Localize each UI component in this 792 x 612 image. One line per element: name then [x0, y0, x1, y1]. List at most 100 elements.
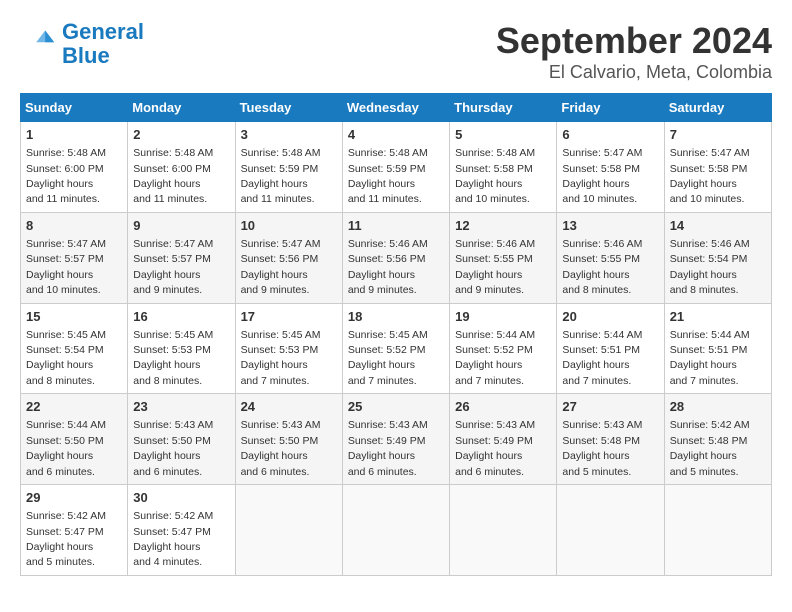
day-info: Sunrise: 5:45 AMSunset: 5:53 PMDaylight … — [241, 329, 321, 387]
day-number: 3 — [241, 126, 337, 144]
day-number: 9 — [133, 217, 229, 235]
day-number: 1 — [26, 126, 122, 144]
calendar-cell: 5 Sunrise: 5:48 AMSunset: 5:58 PMDaylight… — [450, 122, 557, 213]
weekday-header-saturday: Saturday — [664, 94, 771, 122]
calendar-cell: 22Sunrise: 5:44 AMSunset: 5:50 PMDayligh… — [21, 394, 128, 485]
week-row-3: 15 Sunrise: 5:45 AMSunset: 5:54 PMDayligh… — [21, 303, 772, 394]
day-info: Sunrise: 5:48 AMSunset: 5:59 PMDaylight … — [241, 147, 321, 205]
day-info: Sunrise: 5:46 AMSunset: 5:55 PMDaylight … — [455, 238, 535, 296]
calendar-cell: 29Sunrise: 5:42 AMSunset: 5:47 PMDayligh… — [21, 485, 128, 576]
day-info: Sunrise: 5:48 AMSunset: 6:00 PMDaylight … — [26, 147, 106, 205]
calendar-cell: 7 Sunrise: 5:47 AMSunset: 5:58 PMDaylight… — [664, 122, 771, 213]
week-row-5: 29 Sunrise: 5:42 AMSunset: 5:47 PMDayligh… — [21, 485, 772, 576]
day-number: 23 — [133, 398, 229, 416]
day-info: Sunrise: 5:43 AMSunset: 5:48 PMDaylight … — [562, 419, 642, 477]
calendar-cell — [342, 485, 449, 576]
calendar-cell: 16 Sunrise: 5:45 AMSunset: 5:53 PMDayligh… — [128, 303, 235, 394]
day-number: 14 — [670, 217, 766, 235]
logo-icon — [20, 26, 56, 62]
weekday-header-thursday: Thursday — [450, 94, 557, 122]
day-number: 4 — [348, 126, 444, 144]
day-info: Sunrise: 5:48 AMSunset: 6:00 PMDaylight … — [133, 147, 213, 205]
day-info: Sunrise: 5:48 AMSunset: 5:58 PMDaylight … — [455, 147, 535, 205]
calendar-table: SundayMondayTuesdayWednesdayThursdayFrid… — [20, 93, 772, 576]
calendar-cell: 30Sunrise: 5:42 AMSunset: 5:47 PMDayligh… — [128, 485, 235, 576]
day-number: 29 — [26, 489, 122, 507]
calendar-title: September 2024 — [496, 20, 772, 62]
day-number: 15 — [26, 308, 122, 326]
calendar-cell: 27 Sunrise: 5:43 AMSunset: 5:48 PMDayligh… — [557, 394, 664, 485]
calendar-cell: 18 Sunrise: 5:45 AMSunset: 5:52 PMDayligh… — [342, 303, 449, 394]
calendar-cell: 12 Sunrise: 5:46 AMSunset: 5:55 PMDayligh… — [450, 212, 557, 303]
calendar-cell — [664, 485, 771, 576]
day-number: 19 — [455, 308, 551, 326]
week-row-4: 22Sunrise: 5:44 AMSunset: 5:50 PMDayligh… — [21, 394, 772, 485]
day-info: Sunrise: 5:45 AMSunset: 5:54 PMDaylight … — [26, 329, 106, 387]
day-number: 20 — [562, 308, 658, 326]
day-info: Sunrise: 5:44 AMSunset: 5:52 PMDaylight … — [455, 329, 535, 387]
weekday-header-wednesday: Wednesday — [342, 94, 449, 122]
day-number: 16 — [133, 308, 229, 326]
day-number: 27 — [562, 398, 658, 416]
calendar-cell: 9 Sunrise: 5:47 AMSunset: 5:57 PMDaylight… — [128, 212, 235, 303]
calendar-cell: 4 Sunrise: 5:48 AMSunset: 5:59 PMDaylight… — [342, 122, 449, 213]
calendar-cell: 6Sunrise: 5:47 AMSunset: 5:58 PMDaylight… — [557, 122, 664, 213]
week-row-2: 8Sunrise: 5:47 AMSunset: 5:57 PMDaylight… — [21, 212, 772, 303]
day-number: 11 — [348, 217, 444, 235]
day-number: 24 — [241, 398, 337, 416]
weekday-header-monday: Monday — [128, 94, 235, 122]
day-info: Sunrise: 5:45 AMSunset: 5:52 PMDaylight … — [348, 329, 428, 387]
weekday-header-sunday: Sunday — [21, 94, 128, 122]
day-number: 13 — [562, 217, 658, 235]
calendar-cell — [235, 485, 342, 576]
day-info: Sunrise: 5:47 AMSunset: 5:57 PMDaylight … — [26, 238, 106, 296]
calendar-cell: 19 Sunrise: 5:44 AMSunset: 5:52 PMDayligh… — [450, 303, 557, 394]
calendar-cell — [557, 485, 664, 576]
day-number: 26 — [455, 398, 551, 416]
calendar-cell — [450, 485, 557, 576]
day-info: Sunrise: 5:46 AMSunset: 5:56 PMDaylight … — [348, 238, 428, 296]
day-info: Sunrise: 5:48 AMSunset: 5:59 PMDaylight … — [348, 147, 428, 205]
calendar-cell: 17 Sunrise: 5:45 AMSunset: 5:53 PMDayligh… — [235, 303, 342, 394]
calendar-cell: 8Sunrise: 5:47 AMSunset: 5:57 PMDaylight… — [21, 212, 128, 303]
day-info: Sunrise: 5:43 AMSunset: 5:50 PMDaylight … — [241, 419, 321, 477]
day-number: 22 — [26, 398, 122, 416]
calendar-cell: 25Sunrise: 5:43 AMSunset: 5:49 PMDayligh… — [342, 394, 449, 485]
week-row-1: 1 Sunrise: 5:48 AMSunset: 6:00 PMDaylight… — [21, 122, 772, 213]
weekday-header-tuesday: Tuesday — [235, 94, 342, 122]
day-number: 12 — [455, 217, 551, 235]
day-number: 17 — [241, 308, 337, 326]
day-info: Sunrise: 5:45 AMSunset: 5:53 PMDaylight … — [133, 329, 213, 387]
day-info: Sunrise: 5:43 AMSunset: 5:49 PMDaylight … — [348, 419, 428, 477]
day-info: Sunrise: 5:46 AMSunset: 5:54 PMDaylight … — [670, 238, 750, 296]
day-number: 5 — [455, 126, 551, 144]
day-info: Sunrise: 5:43 AMSunset: 5:50 PMDaylight … — [133, 419, 213, 477]
day-info: Sunrise: 5:47 AMSunset: 5:58 PMDaylight … — [562, 147, 642, 205]
day-info: Sunrise: 5:44 AMSunset: 5:51 PMDaylight … — [670, 329, 750, 387]
day-info: Sunrise: 5:43 AMSunset: 5:49 PMDaylight … — [455, 419, 535, 477]
logo-line2: Blue — [62, 43, 110, 68]
calendar-cell: 2Sunrise: 5:48 AMSunset: 6:00 PMDaylight… — [128, 122, 235, 213]
logo-text: General Blue — [62, 20, 144, 68]
day-info: Sunrise: 5:47 AMSunset: 5:57 PMDaylight … — [133, 238, 213, 296]
page-header: General Blue September 2024 El Calvario,… — [20, 20, 772, 83]
calendar-cell: 1 Sunrise: 5:48 AMSunset: 6:00 PMDaylight… — [21, 122, 128, 213]
day-info: Sunrise: 5:47 AMSunset: 5:58 PMDaylight … — [670, 147, 750, 205]
calendar-cell: 24 Sunrise: 5:43 AMSunset: 5:50 PMDayligh… — [235, 394, 342, 485]
day-number: 28 — [670, 398, 766, 416]
day-number: 7 — [670, 126, 766, 144]
logo: General Blue — [20, 20, 144, 68]
day-info: Sunrise: 5:44 AMSunset: 5:51 PMDaylight … — [562, 329, 642, 387]
calendar-cell: 13Sunrise: 5:46 AMSunset: 5:55 PMDayligh… — [557, 212, 664, 303]
calendar-cell: 10Sunrise: 5:47 AMSunset: 5:56 PMDayligh… — [235, 212, 342, 303]
calendar-cell: 21 Sunrise: 5:44 AMSunset: 5:51 PMDayligh… — [664, 303, 771, 394]
calendar-cell: 26 Sunrise: 5:43 AMSunset: 5:49 PMDayligh… — [450, 394, 557, 485]
day-number: 18 — [348, 308, 444, 326]
day-number: 21 — [670, 308, 766, 326]
title-section: September 2024 El Calvario, Meta, Colomb… — [496, 20, 772, 83]
day-info: Sunrise: 5:42 AMSunset: 5:47 PMDaylight … — [133, 510, 213, 568]
weekday-header-row: SundayMondayTuesdayWednesdayThursdayFrid… — [21, 94, 772, 122]
day-info: Sunrise: 5:42 AMSunset: 5:48 PMDaylight … — [670, 419, 750, 477]
calendar-cell: 15 Sunrise: 5:45 AMSunset: 5:54 PMDayligh… — [21, 303, 128, 394]
calendar-subtitle: El Calvario, Meta, Colombia — [496, 62, 772, 83]
